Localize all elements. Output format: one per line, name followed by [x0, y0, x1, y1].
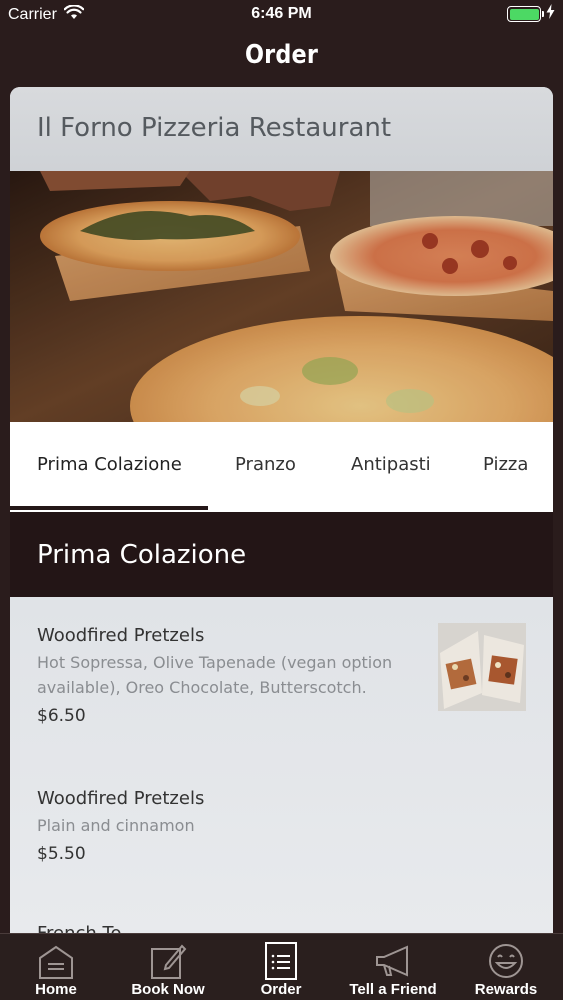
tab-bar-label: Book Now: [131, 981, 205, 998]
section-header: Prima Colazione: [10, 512, 553, 597]
section-title: Prima Colazione: [37, 540, 247, 570]
hero-image: [10, 171, 553, 422]
tab-bar: Home Book Now Order Tell a Friend Reward…: [0, 933, 563, 1000]
page-title: Order: [244, 40, 319, 70]
category-tabs: Prima Colazione Pranzo Antipasti Pizza: [10, 422, 553, 512]
edit-icon: [149, 942, 187, 980]
tab-bar-rewards[interactable]: Rewards: [450, 934, 562, 1000]
tab-bar-tell-a-friend[interactable]: Tell a Friend: [337, 934, 449, 1000]
charging-icon: [546, 4, 555, 24]
tab-bar-book-now[interactable]: Book Now: [112, 934, 224, 1000]
tab-bar-home[interactable]: Home: [0, 934, 112, 1000]
menu-list-icon: [262, 942, 300, 980]
menu-item-description: Hot Sopressa, Olive Tapenade (vegan opti…: [37, 653, 393, 697]
smile-icon: [487, 942, 525, 980]
tab-bar-label: Rewards: [474, 981, 538, 998]
order-card: Il Forno Pizzeria Restaurant Prima Colaz…: [10, 87, 553, 937]
status-bar: Carrier 6:46 PM: [0, 0, 563, 30]
status-right: [507, 4, 555, 24]
menu-item-price: $5.50: [37, 844, 86, 864]
tab-bar-order[interactable]: Order: [225, 934, 337, 1000]
menu-item-description: Plain and cinnamon: [37, 816, 195, 835]
active-tab-indicator: [10, 506, 208, 510]
restaurant-header: Il Forno Pizzeria Restaurant: [10, 87, 553, 171]
megaphone-icon: [374, 942, 412, 980]
menu-item-image[interactable]: [438, 623, 526, 711]
home-icon: [37, 942, 75, 980]
menu-item[interactable]: Woodfired Pretzels Plain and cinnamon $5…: [37, 788, 537, 864]
menu-item[interactable]: Woodfired Pretzels Hot Sopressa, Olive T…: [37, 625, 417, 726]
restaurant-name: Il Forno Pizzeria Restaurant: [37, 113, 392, 143]
tab-pranzo[interactable]: Pranzo: [235, 454, 296, 475]
tab-bar-label: Tell a Friend: [349, 981, 437, 998]
tab-bar-label: Order: [260, 981, 302, 998]
menu-item-price: $6.50: [37, 706, 86, 726]
battery-icon: [507, 6, 544, 22]
status-time: 6:46 PM: [251, 5, 312, 22]
tab-bar-label: Home: [35, 981, 77, 998]
tab-prima-colazione[interactable]: Prima Colazione: [37, 454, 182, 475]
tab-pizza[interactable]: Pizza: [483, 454, 528, 475]
tab-antipasti[interactable]: Antipasti: [351, 454, 431, 475]
menu-item-name: Woodfired Pretzels: [37, 625, 205, 646]
menu-item-name: Woodfired Pretzels: [37, 788, 205, 809]
